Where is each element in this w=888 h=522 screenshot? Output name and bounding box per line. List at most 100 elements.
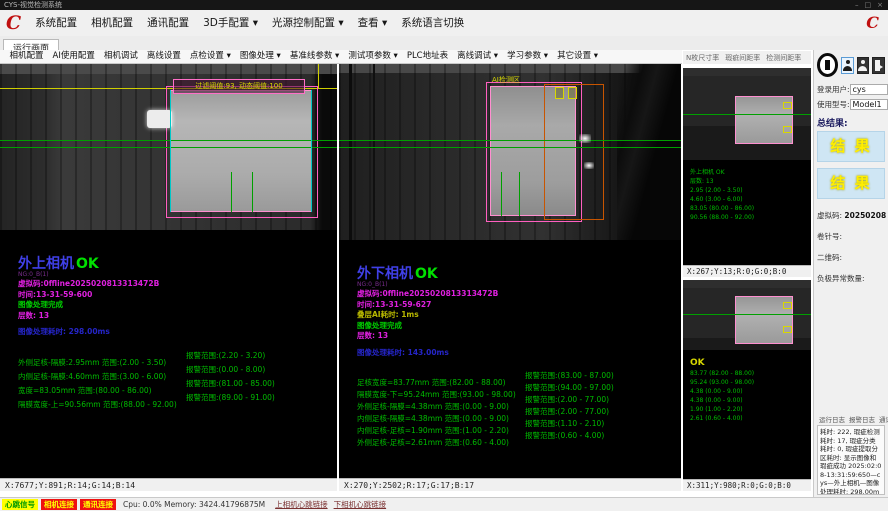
preview-tab[interactable]: 瑕疵间距率	[722, 52, 763, 64]
window-title: CYS-视觉检测系统	[4, 0, 62, 10]
heartbeat-link[interactable]: 上相机心跳链接	[275, 499, 328, 510]
window-control-icon[interactable]: –	[855, 0, 859, 10]
cpu-memory-readout: Cpu: 0.0% Memory: 3424.41796875M	[123, 500, 265, 509]
control-sidebar: 登录用户: 使用型号: 总结果: 结 果结 果 虚拟码: 20250208 卷针…	[813, 50, 888, 497]
menu-item[interactable]: 相机配置	[84, 10, 140, 36]
camera-image-lower[interactable]: AI检测区	[339, 64, 681, 240]
pixel-coordinates-preview-bottom: X:311;Y:980;R:0;G:0;B:0	[683, 479, 811, 491]
menu-item[interactable]: 系统配置	[28, 10, 84, 36]
feature-marker	[555, 87, 564, 99]
feature-marker	[783, 126, 792, 133]
alarm-range: 报警范围:(83.00 - 87.00)	[525, 370, 614, 381]
result-box: 结 果	[817, 131, 885, 162]
status-badges: 心跳信号相机连接通讯连接	[2, 499, 116, 510]
alarm-range: 报警范围:(2.00 - 77.00)	[525, 406, 609, 417]
preview-image-top[interactable]	[683, 68, 811, 160]
measurement-row: 内侧足核-足核=1.90mm 范围:(1.00 - 2.20) 报警范围:(1.…	[357, 418, 681, 430]
tab-line-overlay	[519, 172, 520, 216]
preview-line: 95.24 (93.00 - 98.00)	[690, 378, 811, 387]
user-icon	[843, 60, 852, 71]
menu-item[interactable]: 系统语言切换	[394, 10, 471, 36]
preview-line: 83.05 (80.00 - 86.00)	[690, 204, 811, 213]
preview-lines-list: 83.77 (82.00 - 88.00)95.24 (93.00 - 98.0…	[690, 369, 811, 423]
pause-button[interactable]	[817, 53, 838, 77]
alarm-range: 报警范围:(0.00 - 8.00)	[186, 364, 265, 375]
preview-result-lines: OK 83.77 (82.00 - 88.00)95.24 (93.00 - 9…	[683, 350, 811, 423]
measure-line-overlay	[683, 114, 811, 115]
preview-tab[interactable]: 检测间距率	[763, 52, 804, 64]
toolbar-button[interactable]: 图像处理 ▾	[235, 50, 285, 63]
measurement-row: 内侧足核-隔膜=4.38mm 范围:(0.00 - 9.00) 报警范围:(2.…	[357, 406, 681, 418]
measurement-row: 足核宽度=83.77mm 范围:(82.00 - 88.00) 报警范围:(83…	[357, 370, 681, 382]
alarm-range: 报警范围:(2.20 - 3.20)	[186, 350, 265, 361]
sidebar-spacer	[817, 289, 885, 413]
result-ok: OK	[415, 266, 438, 282]
log-tab[interactable]: 运行日志	[817, 413, 847, 425]
menu-item[interactable]: 查看 ▾	[351, 10, 395, 36]
toolbar-button[interactable]: 离线调试 ▾	[453, 50, 503, 63]
preview-image-bottom[interactable]	[683, 280, 811, 350]
machine-post	[373, 64, 375, 240]
log-output[interactable]: 耗时: 222, 瑕疵检测耗时: 17, 瑕疵分类耗时: 0, 瑕疵提取分区耗时…	[817, 425, 885, 495]
control-buttons	[817, 53, 885, 77]
virtual-code-value: 20250208	[844, 211, 886, 220]
camera-panel-upper: 过滤阈值:93, 动态阈值:100 外上相机OK NG:0_B(1) 虚拟码:0…	[0, 64, 337, 491]
heartbeat-link[interactable]: 下相机心跳链接	[334, 499, 387, 510]
preview-line: 4.38 (0.00 - 9.00)	[690, 387, 811, 396]
camera-panel-lower: AI检测区 外下相机OK NG:0_B(1) 虚拟码:0ffline202502…	[339, 64, 681, 491]
result-text-lower: 外下相机OK NG:0_B(1) 虚拟码:0ffline202502081331…	[339, 240, 681, 442]
model-label: 使用型号:	[817, 99, 850, 110]
toolbar-button[interactable]: 其它设置 ▾	[553, 50, 603, 63]
barcode-line: 虚拟码:0ffline2025020813313472B	[18, 279, 337, 290]
login-user-input[interactable]	[850, 84, 888, 95]
tab-line-overlay	[501, 172, 502, 216]
measurement-row: 外侧足核-隔膜=4.38mm 范围:(0.00 - 9.00) 报警范围:(2.…	[357, 394, 681, 406]
menu-item[interactable]: 通讯配置	[140, 10, 196, 36]
camera-name: 外下相机OK	[357, 268, 681, 281]
window-control-icon[interactable]: □	[865, 0, 872, 10]
toolbar-button[interactable]: 相机配置	[5, 50, 48, 63]
edge-line-overlay	[170, 90, 171, 212]
menu-item[interactable]: 光源控制配置 ▾	[265, 10, 351, 36]
result-boxes: 结 果结 果	[817, 131, 885, 205]
log-tab[interactable]: 报警日志	[847, 413, 877, 425]
pixel-coordinates-lower: X:270;Y:2502;R:17;G:17;B:17	[339, 478, 681, 491]
status-badge: 相机连接	[41, 499, 77, 510]
preview-tab[interactable]: N枚尺寸率	[683, 52, 722, 64]
alarm-range: 报警范围:(81.00 - 85.00)	[186, 378, 275, 389]
model-input[interactable]	[850, 99, 888, 110]
toolbar-button[interactable]: 测试项参数 ▾	[344, 50, 402, 63]
gripper-clip	[147, 110, 172, 128]
feature-marker	[783, 302, 792, 309]
camera-name: 外上相机OK	[18, 258, 337, 271]
ai-region-label: AI检测区	[492, 75, 520, 85]
tab-line-overlay	[252, 172, 253, 212]
window-control-icon[interactable]: ×	[877, 0, 883, 10]
toolbar-button[interactable]: AI使用配置	[48, 50, 99, 63]
exit-button[interactable]	[872, 57, 885, 74]
toolbar-button[interactable]: 相机调试	[99, 50, 142, 63]
menu-item[interactable]: 3D手配置 ▾	[196, 10, 265, 36]
status-badge: 通讯连接	[80, 499, 116, 510]
toolbar-button[interactable]: 离线设置	[142, 50, 185, 63]
cell-region	[170, 90, 312, 212]
toolbar-button[interactable]: 学习参数 ▾	[503, 50, 553, 63]
toolbar: 相机配置AI使用配置相机调试离线设置点检设置 ▾图像处理 ▾基准线参数 ▾测试项…	[0, 50, 682, 64]
toolbar-button[interactable]: PLC地址表	[402, 50, 452, 63]
toolbar-button[interactable]: 点检设置 ▾	[185, 50, 235, 63]
toolbar-button[interactable]: 基准线参数 ▾	[285, 50, 343, 63]
tab-row: 运行画面	[0, 36, 888, 51]
measure-line-overlay	[339, 147, 681, 148]
result-box: 结 果	[817, 168, 885, 199]
switch-user-button[interactable]	[857, 57, 869, 74]
log-tab[interactable]: 通讯日志	[877, 413, 888, 425]
camera-image-upper[interactable]: 过滤阈值:93, 动态阈值:100	[0, 64, 337, 230]
ai-elapsed-line: 叠层AI耗时: 1ms	[357, 310, 681, 321]
measure-line-overlay	[0, 140, 337, 141]
preview-line: 层数: 13	[690, 177, 811, 186]
baseline-vertical-overlay	[318, 64, 319, 88]
negative-abnormal-row: 负极异常数量:	[817, 273, 885, 284]
alarm-range: 报警范围:(1.10 - 2.10)	[525, 418, 604, 429]
login-user-button[interactable]	[841, 57, 853, 74]
preview-line: 83.77 (82.00 - 88.00)	[690, 369, 811, 378]
